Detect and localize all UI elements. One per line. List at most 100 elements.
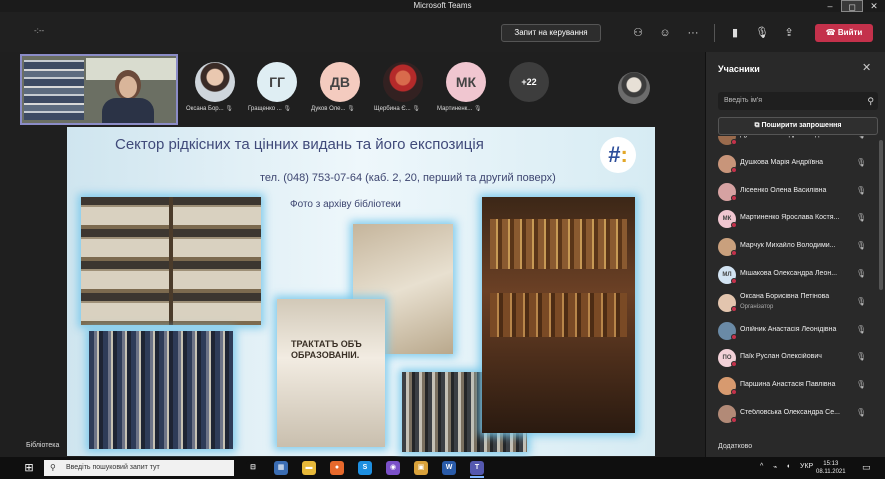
clock-time: 15:13 bbox=[823, 461, 839, 467]
participant-row[interactable]: Лісеенко Олена Василівна 🎙 bbox=[706, 178, 878, 206]
more-participants-tile[interactable]: +22 bbox=[500, 52, 560, 127]
participant-name: Дуков Олександр Володими... bbox=[740, 136, 852, 138]
participant-name: Душкова Марія Андріївна bbox=[740, 158, 823, 166]
participant-tile[interactable]: ГГ Гращенко ... 🎙 bbox=[248, 52, 308, 127]
photo-old-books bbox=[89, 331, 233, 449]
mic-off-icon[interactable]: 🎙 bbox=[752, 24, 772, 42]
skype-icon[interactable]: S bbox=[358, 461, 372, 475]
library-logo: #: bbox=[600, 137, 636, 173]
close-panel-icon[interactable]: ✕ bbox=[862, 61, 871, 74]
search-icon[interactable]: ⚲ bbox=[867, 92, 874, 110]
word-icon[interactable]: W bbox=[442, 461, 456, 475]
speaker-video[interactable] bbox=[20, 54, 178, 125]
windows-start-icon[interactable]: ⊞ bbox=[22, 461, 36, 475]
participant-initials: ПО bbox=[722, 355, 732, 362]
taskbar-search-box[interactable]: ⚲ Введіть пошуковий запит тут bbox=[44, 460, 234, 476]
maximize-button[interactable]: ◻ bbox=[841, 0, 863, 12]
mic-off-icon: 🎙 bbox=[856, 324, 867, 334]
share-invite-label: Поширити запрошення bbox=[761, 122, 842, 129]
notifications-icon[interactable]: ▭ bbox=[862, 462, 871, 473]
video-bookshelf bbox=[24, 60, 84, 120]
show-participants-icon[interactable]: ⚇ bbox=[628, 24, 648, 42]
participant-row[interactable]: Оксана Борисівна Петінова Організатор 🎙 bbox=[706, 289, 878, 317]
participant-list-scrollbar[interactable] bbox=[879, 140, 883, 290]
minimize-button[interactable]: – bbox=[819, 0, 841, 12]
mic-icon: 🎙 bbox=[283, 106, 292, 112]
additional-section[interactable]: Додатково bbox=[718, 443, 752, 450]
share-invite-button[interactable]: ⧉ Поширити запрошення bbox=[718, 117, 878, 135]
participant-avatar bbox=[383, 62, 423, 102]
participant-tile[interactable]: ДВ Дуков Оле... 🎙 bbox=[311, 52, 371, 127]
participant-initials: МЛ bbox=[722, 272, 732, 278]
status-badge bbox=[731, 194, 737, 201]
copy-link-icon: ⧉ bbox=[754, 122, 760, 129]
participant-avatar bbox=[718, 182, 737, 201]
firefox-icon[interactable]: ● bbox=[330, 461, 344, 475]
file-explorer-icon[interactable]: ▬ bbox=[302, 461, 316, 475]
windows-taskbar: ⊞ ⚲ Введіть пошуковий запит тут ⊟ ▦ ▬ ● S ◉ ▣ W… bbox=[0, 457, 885, 479]
leave-button[interactable]: ☎ Вийти bbox=[815, 24, 873, 42]
participant-initials: МК bbox=[722, 216, 732, 223]
participant-avatar bbox=[718, 321, 737, 340]
mic-icon: 🎙 bbox=[473, 106, 482, 112]
share-content-icon[interactable]: ⇪ bbox=[779, 24, 799, 42]
participant-row[interactable]: Паршина Анастасія Павлівна 🎙 bbox=[706, 372, 878, 400]
participant-avatar: МЛ bbox=[718, 266, 737, 284]
participant-row[interactable]: ПО Паїк Руслан Олексійович 🎙 bbox=[706, 344, 878, 372]
status-badge bbox=[731, 333, 737, 340]
participant-name: Марчук Михайло Володими... bbox=[740, 242, 836, 250]
slide-phone: тел. (048) 753-07-64 (каб. 2, 20, перший… bbox=[260, 172, 556, 184]
taskbar-clock[interactable]: 15:13 08.11.2021 bbox=[816, 460, 846, 476]
slide-archive-caption: Фото з архіву бібліотеки bbox=[290, 199, 401, 210]
participant-name: Мартиненко Ярослава Костя... bbox=[740, 214, 840, 222]
search-placeholder: Введіть ім'я bbox=[724, 97, 762, 104]
status-badge bbox=[731, 139, 737, 145]
mic-off-icon: 🎙 bbox=[856, 269, 867, 278]
viber-icon[interactable]: ◉ bbox=[386, 461, 400, 475]
request-control-button[interactable]: Запит на керування bbox=[501, 24, 601, 42]
treatise-title: ТРАКТАТЪ ОБЪ ОБРАЗОВАНІИ. bbox=[291, 339, 362, 360]
mic-off-icon: 🎙 bbox=[856, 136, 866, 139]
participant-name-text: Мартиненк... bbox=[437, 106, 473, 112]
participant-row[interactable]: МК Мартиненко Ярослава Костя... 🎙 bbox=[706, 205, 878, 233]
shared-screen: Сектор рідкісних та цінних видань та йог… bbox=[0, 127, 705, 457]
photos-icon[interactable]: ▣ bbox=[414, 461, 428, 475]
teams-icon[interactable]: T bbox=[470, 461, 484, 478]
participant-row[interactable]: Дуков Олександр Володими... 🎙 bbox=[706, 136, 878, 150]
more-actions-icon[interactable]: ··· bbox=[683, 24, 703, 42]
video-person-body bbox=[102, 98, 154, 123]
participant-row[interactable]: МЛ Мішакова Олександра Леон... 🎙 bbox=[706, 261, 878, 289]
participant-row[interactable]: Олійник Анастасія Леонідівна 🎙 bbox=[706, 317, 878, 345]
calculator-icon[interactable]: ▦ bbox=[274, 461, 288, 475]
taskbar-search-text: Введіть пошуковий запит тут bbox=[66, 464, 160, 471]
participant-search-input[interactable]: Введіть ім'я ⚲ bbox=[718, 92, 878, 110]
close-window-button[interactable]: ✕ bbox=[863, 0, 885, 12]
participant-tile-extra[interactable] bbox=[612, 52, 672, 127]
participant-name-text: Оксана Бор... bbox=[186, 106, 224, 112]
participant-row[interactable]: Стебловська Олександра Се... 🎙 bbox=[706, 400, 878, 428]
mic-off-icon: 🎙 bbox=[856, 380, 867, 390]
slide-title: Сектор рідкісних та цінних видань та йог… bbox=[115, 136, 484, 153]
participant-tile[interactable]: Оксана Бор... 🎙 bbox=[186, 52, 246, 127]
task-view-icon[interactable]: ⊟ bbox=[246, 461, 260, 475]
participant-name: Мартиненк... 🎙 bbox=[437, 105, 503, 112]
reactions-icon[interactable]: ☺ bbox=[655, 24, 675, 42]
clock-date: 08.11.2021 bbox=[816, 469, 846, 475]
language-indicator[interactable]: УКР bbox=[800, 463, 813, 470]
network-icon[interactable]: ⌁ bbox=[773, 463, 777, 471]
status-badge bbox=[731, 361, 737, 368]
mic-icon: 🎙 bbox=[347, 106, 355, 112]
participant-name-text: Гращенко ... bbox=[248, 106, 282, 112]
participant-avatar: ПО bbox=[718, 349, 737, 368]
participant-avatar: МК bbox=[718, 210, 737, 229]
photo-bookcase bbox=[81, 197, 261, 325]
tray-chevron-icon[interactable]: ^ bbox=[760, 463, 763, 470]
participant-row[interactable]: Душкова Марія Андріївна 🎙 bbox=[706, 150, 878, 178]
camera-off-icon[interactable]: ▮ bbox=[725, 24, 745, 42]
participant-tile[interactable]: МК Мартиненк... 🎙 bbox=[437, 52, 497, 127]
status-badge bbox=[731, 389, 737, 396]
participants-panel: Учасники ✕ Введіть ім'я ⚲ ⧉ Поширити зап… bbox=[705, 52, 885, 457]
participant-row[interactable]: Марчук Михайло Володими... 🎙 bbox=[706, 233, 878, 261]
participant-tile[interactable]: Щербина Є... 🎙 bbox=[374, 52, 434, 127]
volume-icon[interactable]: ◖ bbox=[786, 463, 790, 470]
